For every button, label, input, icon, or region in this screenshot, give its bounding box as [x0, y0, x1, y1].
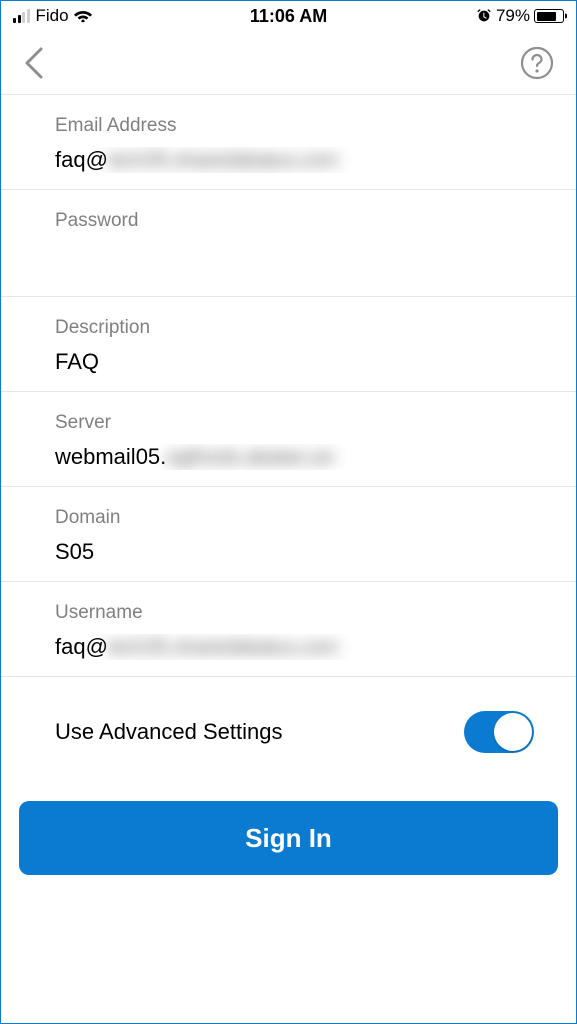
email-value: faq@tech35.sharedabatus.com: [55, 147, 522, 173]
carrier-name: Fido: [36, 6, 69, 26]
password-row[interactable]: Password: [1, 190, 576, 297]
email-label: Email Address: [55, 115, 522, 137]
battery-icon: [534, 9, 564, 23]
wifi-icon: [73, 9, 93, 23]
alarm-icon: [476, 8, 492, 24]
password-label: Password: [55, 210, 522, 232]
sign-in-button[interactable]: Sign In: [19, 801, 558, 875]
sign-in-wrap: Sign In: [1, 773, 576, 875]
back-button[interactable]: [23, 45, 45, 81]
account-form: Email Address faq@tech35.sharedabatus.co…: [1, 95, 576, 677]
help-button[interactable]: [520, 46, 554, 80]
server-value: webmail05.egihosts.abatan.an: [55, 444, 522, 470]
description-value: FAQ: [55, 349, 522, 375]
domain-row[interactable]: Domain S05: [1, 487, 576, 582]
advanced-settings-label: Use Advanced Settings: [55, 719, 282, 745]
battery-percent: 79%: [496, 6, 530, 26]
email-row[interactable]: Email Address faq@tech35.sharedabatus.co…: [1, 95, 576, 190]
username-row[interactable]: Username faq@tech35.sharedabatus.com: [1, 582, 576, 677]
username-value: faq@tech35.sharedabatus.com: [55, 634, 522, 660]
status-right: 79%: [476, 6, 564, 26]
domain-value: S05: [55, 539, 522, 565]
server-label: Server: [55, 412, 522, 434]
status-bar: Fido 11:06 AM 79%: [1, 1, 576, 31]
password-value: [55, 242, 522, 262]
nav-bar: [1, 31, 576, 95]
username-label: Username: [55, 602, 522, 624]
description-row[interactable]: Description FAQ: [1, 297, 576, 392]
domain-label: Domain: [55, 507, 522, 529]
advanced-settings-toggle[interactable]: [464, 711, 534, 753]
advanced-settings-row: Use Advanced Settings: [1, 677, 576, 773]
server-row[interactable]: Server webmail05.egihosts.abatan.an: [1, 392, 576, 487]
status-left: Fido: [13, 6, 93, 26]
cellular-signal-icon: [13, 9, 30, 23]
status-time: 11:06 AM: [250, 6, 327, 27]
description-label: Description: [55, 317, 522, 339]
